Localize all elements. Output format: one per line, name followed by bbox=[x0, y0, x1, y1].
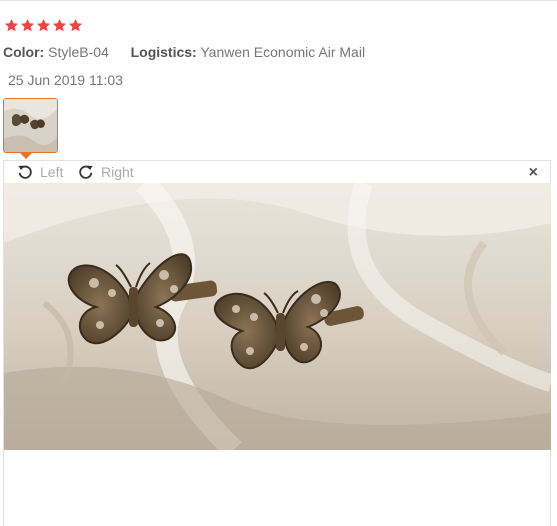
star-rating bbox=[4, 18, 83, 33]
rotate-left-button[interactable]: Left bbox=[16, 163, 63, 181]
logistics-value: Yanwen Economic Air Mail bbox=[200, 44, 366, 60]
rotate-right-label: Right bbox=[101, 164, 134, 180]
thumbnail-pointer bbox=[20, 153, 32, 159]
star-icon bbox=[36, 18, 51, 32]
close-icon[interactable]: × bbox=[529, 164, 538, 182]
rotate-left-icon bbox=[18, 165, 32, 179]
star-icon bbox=[68, 18, 83, 32]
star-icon bbox=[4, 18, 19, 32]
logistics-label: Logistics: bbox=[130, 44, 197, 60]
rotate-right-button[interactable]: Right bbox=[77, 163, 134, 181]
order-info: Color: StyleB-04 Logistics: Yanwen Econo… bbox=[3, 43, 365, 61]
star-icon bbox=[52, 18, 67, 32]
divider bbox=[0, 0, 557, 1]
color-label: Color: bbox=[3, 44, 45, 60]
color-value: StyleB-04 bbox=[48, 44, 109, 60]
star-icon bbox=[20, 18, 35, 32]
review-date: 25 Jun 2019 11:03 bbox=[8, 72, 123, 88]
rotate-right-icon bbox=[79, 165, 93, 179]
review-photo bbox=[4, 183, 551, 450]
rotate-left-label: Left bbox=[40, 164, 64, 180]
photo-viewer: Left Right × bbox=[3, 160, 551, 526]
review-photo-thumbnail[interactable] bbox=[3, 98, 58, 153]
